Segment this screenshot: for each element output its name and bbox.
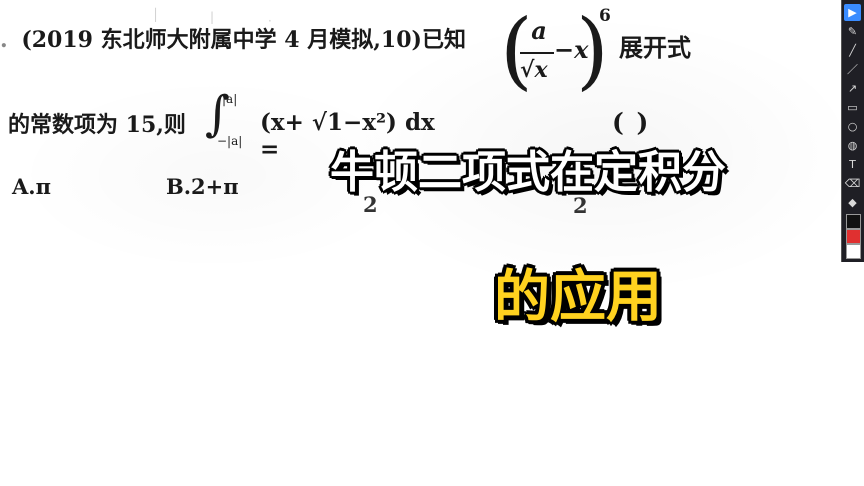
integral-upper-limit: |a| xyxy=(222,92,238,106)
line-icon[interactable]: ／ xyxy=(844,61,861,78)
overlay-title: 牛顿二项式在定积分 xyxy=(330,147,726,198)
exponent: 6 xyxy=(599,6,611,26)
fraction-numerator: a xyxy=(531,16,547,45)
rectangle-icon[interactable]: ▭ xyxy=(844,99,861,116)
problem-text-source: (2019 东北师大附属中学 4 月模拟,10)已知 xyxy=(21,27,466,53)
color-swatch-white[interactable] xyxy=(846,244,861,259)
binomial-expression: ( a √x −x ) 6 xyxy=(500,6,612,92)
integral-lower-limit: −|a| xyxy=(217,134,243,148)
problem-line-1: . (2019 东北师大附属中学 4 月模拟,10)已知 xyxy=(0,22,466,54)
arrow-icon[interactable]: ↗ xyxy=(844,80,861,97)
ellipse-icon[interactable]: ○ xyxy=(844,118,861,135)
pointer-icon[interactable]: ▶ xyxy=(844,4,861,21)
option-a: A.π xyxy=(12,174,51,199)
overlay-subtitle: 的应用 xyxy=(494,265,662,330)
annotation-toolbar: ▶ ✎ ╱ ／ ↗ ▭ ○ ◍ T ⌫ ◆ xyxy=(841,0,864,262)
color-swatch-red[interactable] xyxy=(846,229,861,244)
fraction-denominator: √x xyxy=(520,57,548,83)
color-swatch-black[interactable] xyxy=(846,214,861,229)
pen-icon[interactable]: ✎ xyxy=(844,23,861,40)
text-icon[interactable]: T xyxy=(844,156,861,173)
problem-text-expansion: 展开式 xyxy=(619,33,691,62)
scan-background xyxy=(0,0,864,486)
fraction-bar xyxy=(520,52,554,54)
option-b: B.2+π xyxy=(166,174,239,199)
answer-blank: ( ) xyxy=(612,108,651,137)
problem-number-prefix: . xyxy=(0,27,8,53)
eraser-icon[interactable]: ⌫ xyxy=(844,175,861,192)
problem-text-constant-term: 的常数项为 15,则 xyxy=(8,112,186,138)
shapes-icon[interactable]: ◆ xyxy=(844,194,861,211)
problem-line-2: 的常数项为 15,则 xyxy=(8,107,186,139)
scan-smudge: │ xyxy=(152,8,160,22)
fill-icon[interactable]: ◍ xyxy=(844,137,861,154)
highlighter-icon[interactable]: ╱ xyxy=(844,42,861,59)
